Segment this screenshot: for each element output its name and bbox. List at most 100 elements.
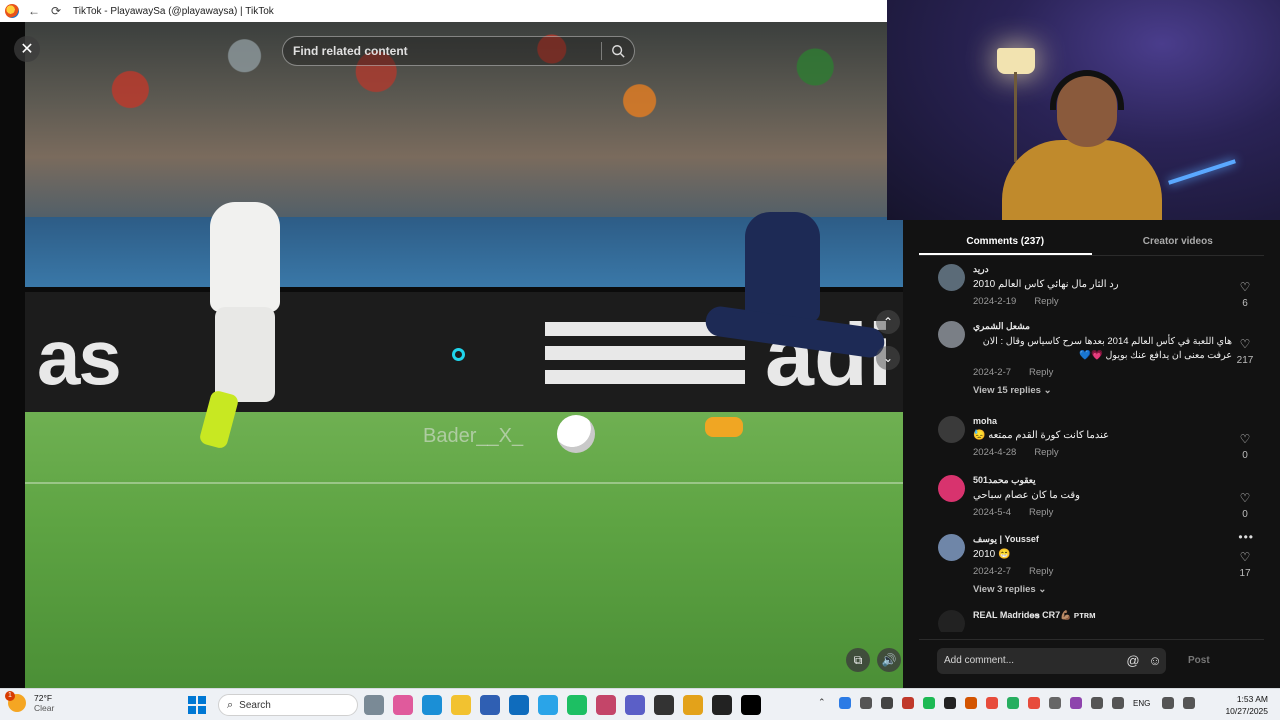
view-replies-button[interactable]: View 3 replies ⌄ xyxy=(973,584,1232,595)
tray-icon[interactable] xyxy=(902,697,914,709)
tray-icon[interactable] xyxy=(986,697,998,709)
browser-logo-icon xyxy=(5,4,19,18)
edge-icon[interactable] xyxy=(422,695,442,715)
reply-button[interactable]: Reply xyxy=(1029,566,1053,577)
windows-taskbar: 1 72°F Clear ⌕ Search ⌃ ENG 1:53 AM 10/2… xyxy=(0,688,1280,720)
tray-icon[interactable] xyxy=(1070,697,1082,709)
comment-username[interactable]: REAL Madrid𝐞𝐬 CR7💪🏽 ᴘᴛʀᴍ xyxy=(973,610,1264,621)
back-icon[interactable]: ← xyxy=(27,4,41,18)
search-icon[interactable] xyxy=(602,44,634,58)
ad-board-text-left: as xyxy=(37,313,122,401)
pip-icon: ⧉ xyxy=(853,652,863,667)
close-button[interactable]: ✕ xyxy=(14,36,40,62)
comment-text: هاي اللعبة في كأس العالم 2014 بعدها سرح … xyxy=(982,336,1232,361)
comments-list[interactable]: دريد رد الثار مال نهائي كاس العالم 2010 … xyxy=(919,264,1264,632)
add-comment-placeholder: Add comment... xyxy=(944,655,1015,666)
post-button[interactable]: Post xyxy=(1188,655,1210,666)
app-icon[interactable] xyxy=(596,695,616,715)
app-icon[interactable] xyxy=(364,695,384,715)
add-comment-bar: Add comment... @ ☺ Post xyxy=(919,639,1264,681)
comments-panel: Comments (237) Creator videos دريد رد ال… xyxy=(903,220,1280,688)
chevron-down-icon: ⌄ xyxy=(1043,385,1052,396)
volume-icon[interactable] xyxy=(1183,697,1196,709)
previous-video-button[interactable]: ⌃ xyxy=(876,310,900,334)
system-tray: ⌃ ENG xyxy=(818,697,1204,709)
avatar[interactable] xyxy=(938,321,965,348)
volume-button[interactable]: 🔊 xyxy=(877,648,901,672)
teams-icon[interactable] xyxy=(625,695,645,715)
tray-icon[interactable] xyxy=(1007,697,1019,709)
outlook-icon[interactable] xyxy=(509,695,529,715)
reply-button[interactable]: Reply xyxy=(1029,507,1053,518)
avatar[interactable] xyxy=(938,610,965,632)
avatar[interactable] xyxy=(938,264,965,291)
tiktok-icon[interactable] xyxy=(741,695,761,715)
comment-item: 501يعقوب محمد وقت ما كان عصام سباحي 2024… xyxy=(919,475,1264,534)
file-explorer-icon[interactable] xyxy=(451,695,471,715)
tray-icon[interactable] xyxy=(923,697,935,709)
add-comment-input[interactable]: Add comment... @ ☺ xyxy=(937,647,1166,674)
copilot-icon[interactable] xyxy=(393,695,413,715)
like-button[interactable]: ♡ 0 xyxy=(1232,416,1258,475)
like-button[interactable]: ♡ 6 xyxy=(1232,264,1258,321)
next-video-button[interactable]: ⌄ xyxy=(876,346,900,370)
reply-button[interactable]: Reply xyxy=(1034,447,1058,458)
tab-creator-videos[interactable]: Creator videos xyxy=(1092,228,1265,255)
weather-widget[interactable]: 1 72°F Clear xyxy=(5,691,55,713)
reload-icon[interactable]: ⟳ xyxy=(49,4,63,18)
tray-icon[interactable] xyxy=(944,697,956,709)
comment-username[interactable]: يوسف | Youssef xyxy=(973,534,1232,545)
system-clock[interactable]: 1:53 AM 10/27/2025 xyxy=(1225,693,1268,717)
avatar[interactable] xyxy=(938,475,965,502)
chevron-up-icon[interactable]: ⌃ xyxy=(818,697,830,709)
like-button[interactable]: ♡ 217 xyxy=(1232,321,1258,416)
search-input[interactable]: Find related content xyxy=(283,44,601,58)
comment-username[interactable]: مشعل الشمري xyxy=(973,321,1232,332)
tray-icon[interactable] xyxy=(1028,697,1040,709)
terminal-icon[interactable] xyxy=(712,695,732,715)
reply-button[interactable]: Reply xyxy=(1029,367,1053,378)
view-replies-button[interactable]: View 15 replies ⌄ xyxy=(973,385,1232,396)
app-icon[interactable] xyxy=(538,695,558,715)
weather-condition: Clear xyxy=(34,703,55,713)
streamer xyxy=(1002,70,1162,220)
taskbar-search[interactable]: ⌕ Search xyxy=(218,694,358,716)
comment-username[interactable]: moha xyxy=(973,416,1232,426)
pitch xyxy=(25,412,903,688)
emoji-icon[interactable]: ☺ xyxy=(1144,653,1166,668)
app-icon[interactable] xyxy=(567,695,587,715)
start-button[interactable] xyxy=(188,696,206,714)
floating-player-button[interactable]: ⧉ xyxy=(846,648,870,672)
chevron-down-icon: ⌄ xyxy=(882,351,894,365)
comment-text: 2010 😁 xyxy=(973,549,1011,560)
tray-icon[interactable] xyxy=(1091,697,1103,709)
network-icon[interactable] xyxy=(1162,697,1175,709)
heart-icon: ♡ xyxy=(1239,432,1251,446)
tray-icon[interactable] xyxy=(965,697,977,709)
related-search-bar[interactable]: Find related content xyxy=(282,36,635,66)
tray-icon[interactable] xyxy=(839,697,851,709)
heart-icon: ♡ xyxy=(1239,337,1251,351)
store-icon[interactable] xyxy=(480,695,500,715)
microphone-icon[interactable] xyxy=(1112,697,1124,709)
app-icon[interactable] xyxy=(654,695,674,715)
like-button[interactable]: ♡ 0 xyxy=(1232,475,1258,534)
avatar[interactable] xyxy=(938,534,965,561)
comment-text: عندما كانت كورة القدم ممتعه 😓 xyxy=(973,430,1110,441)
reply-button[interactable]: Reply xyxy=(1034,296,1058,307)
tray-icon[interactable] xyxy=(860,697,872,709)
language-indicator[interactable]: ENG xyxy=(1133,699,1150,708)
tab-comments[interactable]: Comments (237) xyxy=(919,228,1092,255)
weather-icon: 1 xyxy=(5,691,26,712)
chrome-icon[interactable] xyxy=(683,695,703,715)
comment-date: 2024-2-19 xyxy=(973,296,1017,307)
tray-icon[interactable] xyxy=(1049,697,1061,709)
avatar[interactable] xyxy=(938,416,965,443)
like-button[interactable]: ♡ 17 xyxy=(1232,534,1258,610)
mention-icon[interactable]: @ xyxy=(1122,653,1144,668)
video-player[interactable]: as adi Bader__X_ ✕ Find related content … xyxy=(0,22,903,688)
tray-icon[interactable] xyxy=(881,697,893,709)
more-options-icon[interactable]: ••• xyxy=(1238,530,1254,544)
comment-username[interactable]: 501يعقوب محمد xyxy=(973,475,1232,486)
comment-username[interactable]: دريد xyxy=(973,264,1232,275)
